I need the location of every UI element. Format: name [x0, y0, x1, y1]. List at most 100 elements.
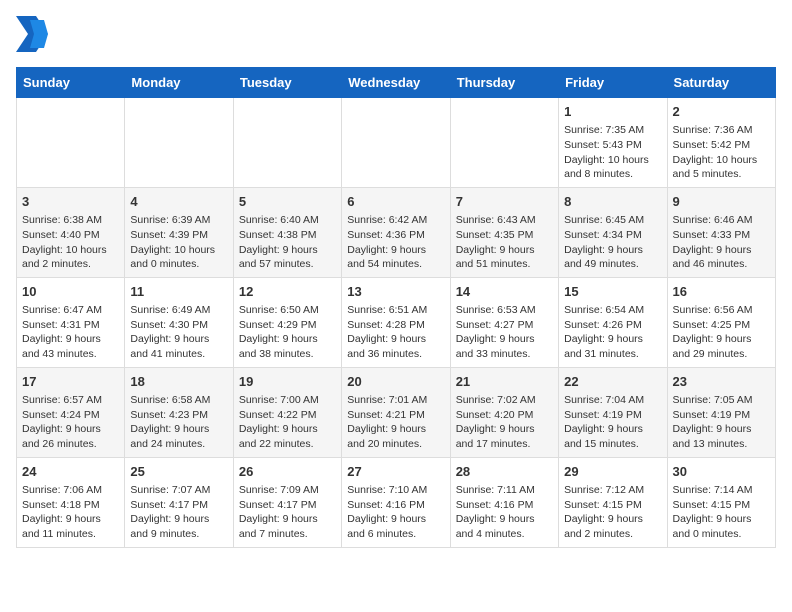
day-number: 17 [22, 373, 119, 391]
day-number: 6 [347, 193, 444, 211]
logo [16, 16, 52, 57]
day-cell: 27Sunrise: 7:10 AM Sunset: 4:16 PM Dayli… [342, 457, 450, 547]
header-day-saturday: Saturday [667, 68, 775, 98]
day-number: 20 [347, 373, 444, 391]
day-cell: 29 Sunrise: 7:12 AM Sunset: 4:15 PM Dayli… [559, 457, 667, 547]
day-cell: 3 Sunrise: 6:38 AM Sunset: 4:40 PM Daylig… [17, 187, 125, 277]
day-cell: 20 Sunrise: 7:01 AM Sunset: 4:21 PM Dayli… [342, 367, 450, 457]
day-number: 8 [564, 193, 661, 211]
calendar-header: SundayMondayTuesdayWednesdayThursdayFrid… [17, 68, 776, 98]
day-number: 21 [456, 373, 553, 391]
day-number: 10 [22, 283, 119, 301]
day-info: Sunrise: 7:11 AM Sunset: 4:16 PM Dayligh… [456, 483, 553, 542]
day-info: Sunrise: 6:46 AM Sunset: 4:33 PM Dayligh… [673, 213, 770, 272]
day-info: Sunrise: 6:39 AM Sunset: 4:39 PM Dayligh… [130, 213, 227, 272]
logo-icon [16, 16, 48, 57]
day-number: 9 [673, 193, 770, 211]
day-cell: 14Sunrise: 6:53 AM Sunset: 4:27 PM Dayli… [450, 277, 558, 367]
day-info: Sunrise: 7:35 AM Sunset: 5:43 PM Dayligh… [564, 123, 661, 182]
day-cell: 4Sunrise: 6:39 AM Sunset: 4:39 PM Daylig… [125, 187, 233, 277]
day-cell [450, 98, 558, 188]
day-info: Sunrise: 6:50 AM Sunset: 4:29 PM Dayligh… [239, 303, 336, 362]
day-cell: 19 Sunrise: 7:00 AM Sunset: 4:22 PM Dayli… [233, 367, 341, 457]
day-number: 14 [456, 283, 553, 301]
day-cell: 10 Sunrise: 6:47 AM Sunset: 4:31 PM Dayli… [17, 277, 125, 367]
calendar-body: 1 Sunrise: 7:35 AM Sunset: 5:43 PM Daylig… [17, 98, 776, 548]
day-info: Sunrise: 6:43 AM Sunset: 4:35 PM Dayligh… [456, 213, 553, 272]
day-info: Sunrise: 7:00 AM Sunset: 4:22 PM Dayligh… [239, 393, 336, 452]
day-info: Sunrise: 7:05 AM Sunset: 4:19 PM Dayligh… [673, 393, 770, 452]
day-number: 23 [673, 373, 770, 391]
day-info: Sunrise: 7:36 AM Sunset: 5:42 PM Dayligh… [673, 123, 770, 182]
day-info: Sunrise: 7:07 AM Sunset: 4:17 PM Dayligh… [130, 483, 227, 542]
header-row: SundayMondayTuesdayWednesdayThursdayFrid… [17, 68, 776, 98]
day-info: Sunrise: 7:06 AM Sunset: 4:18 PM Dayligh… [22, 483, 119, 542]
week-row-1: 1 Sunrise: 7:35 AM Sunset: 5:43 PM Daylig… [17, 98, 776, 188]
week-row-5: 24 Sunrise: 7:06 AM Sunset: 4:18 PM Dayli… [17, 457, 776, 547]
day-number: 15 [564, 283, 661, 301]
day-info: Sunrise: 7:14 AM Sunset: 4:15 PM Dayligh… [673, 483, 770, 542]
header [16, 16, 776, 57]
day-number: 30 [673, 463, 770, 481]
day-cell [342, 98, 450, 188]
day-cell: 12 Sunrise: 6:50 AM Sunset: 4:29 PM Dayli… [233, 277, 341, 367]
day-number: 3 [22, 193, 119, 211]
day-cell: 8 Sunrise: 6:45 AM Sunset: 4:34 PM Daylig… [559, 187, 667, 277]
day-number: 11 [130, 283, 227, 301]
day-cell: 11Sunrise: 6:49 AM Sunset: 4:30 PM Dayli… [125, 277, 233, 367]
day-cell: 26Sunrise: 7:09 AM Sunset: 4:17 PM Dayli… [233, 457, 341, 547]
day-info: Sunrise: 7:02 AM Sunset: 4:20 PM Dayligh… [456, 393, 553, 452]
day-cell: 25Sunrise: 7:07 AM Sunset: 4:17 PM Dayli… [125, 457, 233, 547]
day-number: 1 [564, 103, 661, 121]
day-number: 16 [673, 283, 770, 301]
day-cell: 5Sunrise: 6:40 AM Sunset: 4:38 PM Daylig… [233, 187, 341, 277]
day-number: 18 [130, 373, 227, 391]
day-cell: 16Sunrise: 6:56 AM Sunset: 4:25 PM Dayli… [667, 277, 775, 367]
day-cell: 18 Sunrise: 6:58 AM Sunset: 4:23 PM Dayli… [125, 367, 233, 457]
day-number: 29 [564, 463, 661, 481]
day-cell [125, 98, 233, 188]
week-row-3: 10 Sunrise: 6:47 AM Sunset: 4:31 PM Dayli… [17, 277, 776, 367]
day-info: Sunrise: 7:09 AM Sunset: 4:17 PM Dayligh… [239, 483, 336, 542]
day-info: Sunrise: 6:57 AM Sunset: 4:24 PM Dayligh… [22, 393, 119, 452]
day-info: Sunrise: 6:47 AM Sunset: 4:31 PM Dayligh… [22, 303, 119, 362]
day-info: Sunrise: 6:51 AM Sunset: 4:28 PM Dayligh… [347, 303, 444, 362]
day-info: Sunrise: 7:12 AM Sunset: 4:15 PM Dayligh… [564, 483, 661, 542]
day-number: 2 [673, 103, 770, 121]
header-day-wednesday: Wednesday [342, 68, 450, 98]
day-number: 7 [456, 193, 553, 211]
day-info: Sunrise: 7:04 AM Sunset: 4:19 PM Dayligh… [564, 393, 661, 452]
day-cell: 6Sunrise: 6:42 AM Sunset: 4:36 PM Daylig… [342, 187, 450, 277]
day-cell: 2 Sunrise: 7:36 AM Sunset: 5:42 PM Daylig… [667, 98, 775, 188]
day-number: 28 [456, 463, 553, 481]
header-day-thursday: Thursday [450, 68, 558, 98]
header-day-sunday: Sunday [17, 68, 125, 98]
day-cell: 1 Sunrise: 7:35 AM Sunset: 5:43 PM Daylig… [559, 98, 667, 188]
week-row-4: 17 Sunrise: 6:57 AM Sunset: 4:24 PM Dayli… [17, 367, 776, 457]
day-number: 13 [347, 283, 444, 301]
day-number: 24 [22, 463, 119, 481]
day-info: Sunrise: 6:38 AM Sunset: 4:40 PM Dayligh… [22, 213, 119, 272]
day-number: 5 [239, 193, 336, 211]
day-info: Sunrise: 6:54 AM Sunset: 4:26 PM Dayligh… [564, 303, 661, 362]
day-info: Sunrise: 6:45 AM Sunset: 4:34 PM Dayligh… [564, 213, 661, 272]
day-cell: 22 Sunrise: 7:04 AM Sunset: 4:19 PM Dayli… [559, 367, 667, 457]
day-cell [233, 98, 341, 188]
day-info: Sunrise: 6:58 AM Sunset: 4:23 PM Dayligh… [130, 393, 227, 452]
day-cell: 30 Sunrise: 7:14 AM Sunset: 4:15 PM Dayli… [667, 457, 775, 547]
day-cell: 28 Sunrise: 7:11 AM Sunset: 4:16 PM Dayli… [450, 457, 558, 547]
day-cell: 24 Sunrise: 7:06 AM Sunset: 4:18 PM Dayli… [17, 457, 125, 547]
day-cell: 7 Sunrise: 6:43 AM Sunset: 4:35 PM Daylig… [450, 187, 558, 277]
day-number: 12 [239, 283, 336, 301]
header-day-monday: Monday [125, 68, 233, 98]
day-info: Sunrise: 7:01 AM Sunset: 4:21 PM Dayligh… [347, 393, 444, 452]
day-cell [17, 98, 125, 188]
day-number: 22 [564, 373, 661, 391]
week-row-2: 3 Sunrise: 6:38 AM Sunset: 4:40 PM Daylig… [17, 187, 776, 277]
day-cell: 13 Sunrise: 6:51 AM Sunset: 4:28 PM Dayli… [342, 277, 450, 367]
header-day-friday: Friday [559, 68, 667, 98]
day-number: 19 [239, 373, 336, 391]
day-cell: 15 Sunrise: 6:54 AM Sunset: 4:26 PM Dayli… [559, 277, 667, 367]
day-cell: 9 Sunrise: 6:46 AM Sunset: 4:33 PM Daylig… [667, 187, 775, 277]
day-cell: 23 Sunrise: 7:05 AM Sunset: 4:19 PM Dayli… [667, 367, 775, 457]
